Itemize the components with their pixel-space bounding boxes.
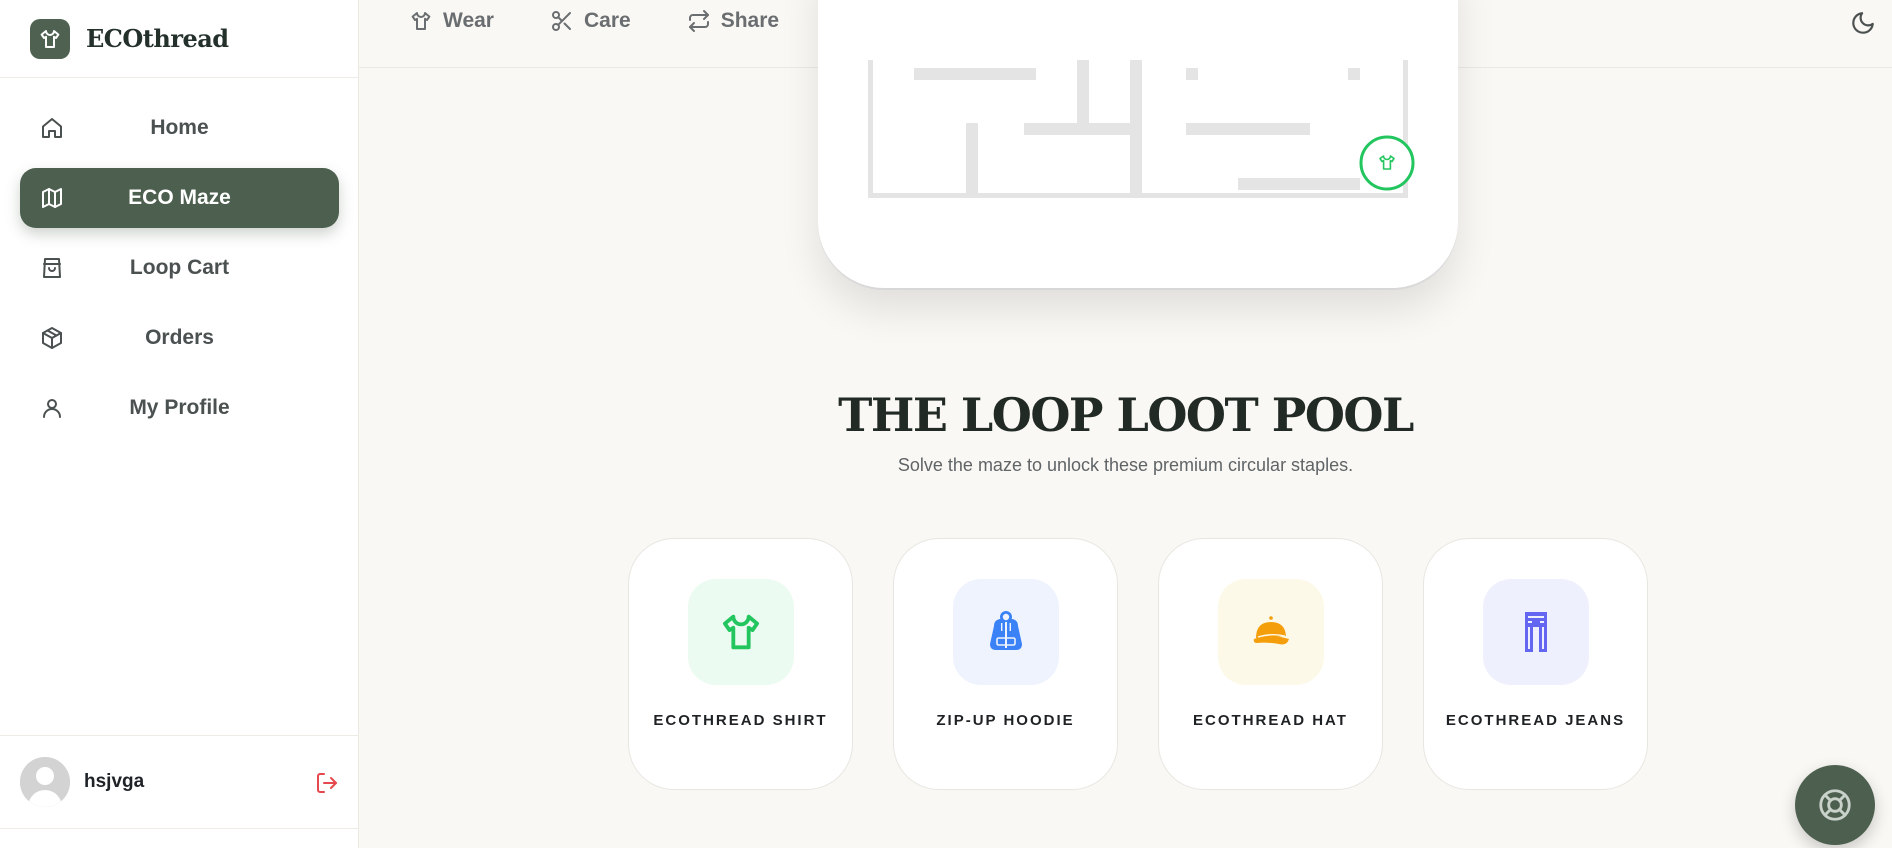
brand[interactable]: ECOthread: [0, 0, 358, 78]
sidebar-item-label: Home: [150, 116, 209, 139]
loot-card-hoodie[interactable]: ZIP-UP HOODIE: [893, 538, 1118, 790]
loot-icon-box: [1483, 579, 1589, 685]
loot-icon-box: [1218, 579, 1324, 685]
sidebar-item-label: Orders: [145, 326, 214, 349]
scissors-icon: [551, 11, 571, 31]
sidebar: ECOthread Home ECO Maze Loop Cart Orders: [0, 0, 359, 848]
sidebar-item-loop-cart[interactable]: Loop Cart: [20, 238, 339, 298]
sidebar-nav: Home ECO Maze Loop Cart Orders My Profil…: [20, 98, 339, 448]
top-link-label: Wear: [443, 9, 494, 32]
shirt-icon: [722, 614, 760, 650]
top-nav: Wear Care Share: [409, 9, 779, 33]
pool-subtitle: Solve the maze to unlock these premium c…: [897, 455, 1354, 475]
sidebar-item-label: Loop Cart: [129, 256, 230, 279]
package-icon: [42, 327, 62, 349]
home-icon: [42, 118, 62, 138]
sidebar-item-label: My Profile: [129, 396, 230, 419]
user-bar: hsjvga: [0, 735, 359, 829]
sidebar-item-orders[interactable]: Orders: [20, 308, 339, 368]
repeat-icon: [688, 10, 709, 32]
loot-card-shirt[interactable]: ECOTHREAD SHIRT: [628, 538, 853, 790]
top-link-label: Care: [583, 9, 631, 32]
cap-icon: [1253, 616, 1289, 645]
loot-cards: ECOTHREAD SHIRT ZIP-UP HOODIE ECOTHREAD …: [628, 538, 1648, 790]
user-icon: [43, 399, 61, 418]
loot-card-label: ECOTHREAD HAT: [1193, 712, 1348, 729]
lifebuoy-icon: [1819, 789, 1851, 821]
maze-card: [818, 0, 1458, 288]
loot-icon-box: [953, 579, 1059, 685]
loot-card-label: ZIP-UP HOODIE: [936, 712, 1075, 729]
pool-title: THE LOOP LOOT POOL: [838, 388, 1414, 442]
moon-icon[interactable]: [1850, 10, 1876, 36]
maze-goal[interactable]: [1359, 135, 1415, 191]
username: hsjvga: [84, 771, 145, 792]
top-link-share[interactable]: Share: [687, 9, 779, 33]
sidebar-item-my-profile[interactable]: My Profile: [20, 378, 339, 438]
map-icon: [42, 188, 62, 208]
avatar[interactable]: [20, 757, 70, 807]
loot-icon-box: [688, 579, 794, 685]
sidebar-item-eco-maze[interactable]: ECO Maze: [20, 168, 339, 228]
brand-name: ECOthread: [86, 24, 229, 53]
shopping-bag-icon: [43, 258, 61, 278]
loot-card-label: ECOTHREAD SHIRT: [653, 712, 828, 729]
sidebar-item-home[interactable]: Home: [20, 98, 339, 158]
help-fab-button[interactable]: [1795, 765, 1875, 845]
loot-card-jeans[interactable]: ECOTHREAD JEANS: [1423, 538, 1648, 790]
logout-icon[interactable]: [315, 771, 339, 795]
top-link-care[interactable]: Care: [550, 9, 631, 33]
loot-card-label: ECOTHREAD JEANS: [1445, 712, 1626, 729]
maze-walls: [868, 60, 1408, 198]
jeans-icon: [1525, 612, 1547, 652]
hoodie-icon: [990, 611, 1022, 650]
shirt-icon: [30, 18, 70, 59]
sidebar-item-label: ECO Maze: [128, 186, 231, 209]
maze-board[interactable]: [818, 0, 1458, 288]
loot-card-hat[interactable]: ECOTHREAD HAT: [1158, 538, 1383, 790]
top-link-wear[interactable]: Wear: [409, 9, 494, 33]
top-link-label: Share: [720, 9, 780, 32]
avatar-placeholder-icon: [20, 757, 70, 807]
shirt-icon: [411, 12, 431, 30]
